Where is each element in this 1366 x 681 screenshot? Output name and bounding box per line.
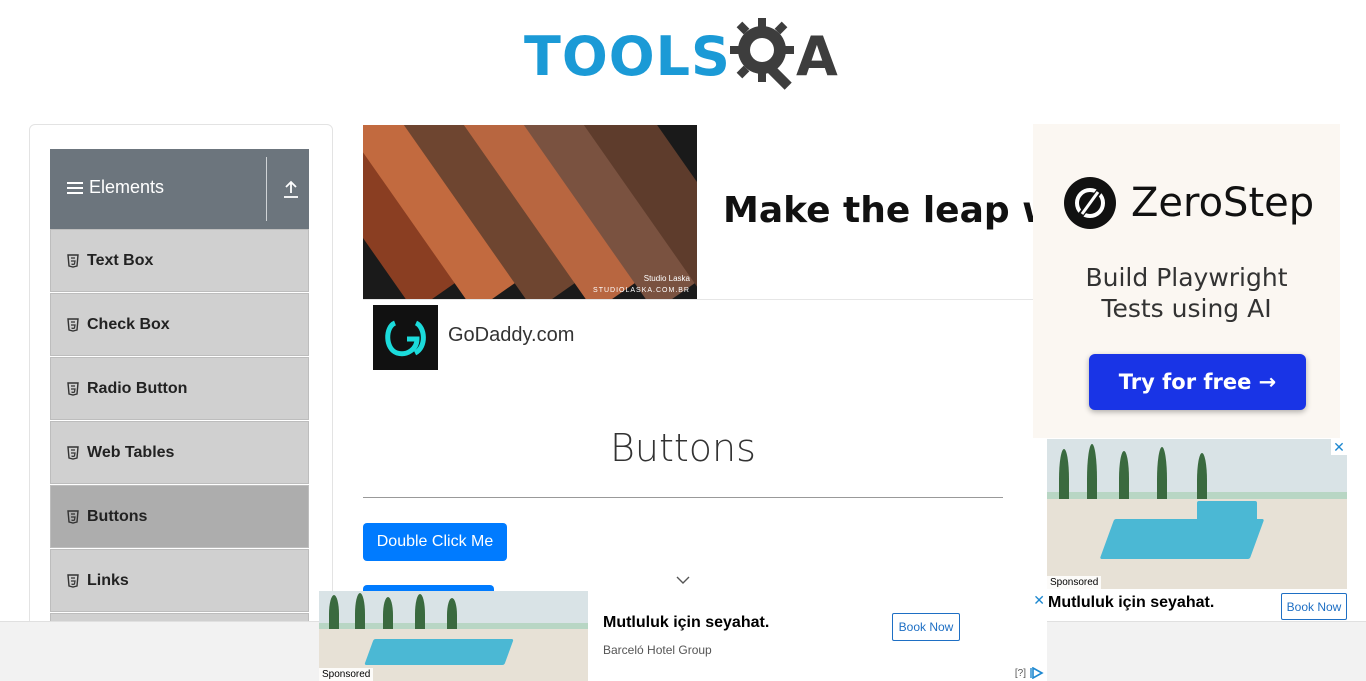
sidebar-item-radio-button[interactable]: Radio Button [50,357,309,420]
html5-icon [67,445,79,460]
chevron-down-icon[interactable] [675,574,691,586]
html5-icon [67,253,79,268]
ad-image-wood: Studio Laska STUDIOLASKA.COM.BR [363,125,697,299]
sidebar-item-text-box[interactable]: Text Box [50,229,309,292]
sponsored-label: Sponsored [1047,576,1102,589]
gear-magnifier-icon [730,18,794,90]
hotel-tagline: Mutluluk için seyahat. [1048,594,1215,611]
page-title: Buttons [610,426,756,470]
header-divider [266,157,267,221]
zerostep-logo-icon [1064,177,1116,229]
book-now-button[interactable]: Book Now [892,613,960,641]
double-click-button[interactable]: Double Click Me [363,523,507,561]
book-now-button[interactable]: Book Now [1281,593,1347,620]
ad-divider [363,299,1033,300]
hamburger-icon [67,181,83,194]
sidebar-item-label: Text Box [87,251,154,269]
advertiser-name[interactable]: GoDaddy.com [448,324,574,347]
zerostep-ad[interactable]: ZeroStep Build Playwright Tests using AI… [1033,124,1340,438]
ad-info-label: [?] [1014,667,1026,679]
html5-icon [67,317,79,332]
hotel-pool-image: Sponsored [1047,439,1347,589]
adchoices-icon [1030,667,1044,679]
ad-tagline: Build Playwright Tests using AI [1033,262,1340,324]
brand-name: ZeroStep [1131,180,1315,226]
close-icon[interactable]: ✕ [1331,439,1347,455]
hotel-ad-bottom[interactable]: Sponsored Mutluluk için seyahat. Barceló… [319,591,1047,681]
godaddy-logo-icon [373,305,438,370]
image-credit-url: STUDIOLASKA.COM.BR [593,287,690,294]
collapse-arrow-icon[interactable] [282,179,300,199]
sidebar-item-check-box[interactable]: Check Box [50,293,309,356]
sidebar-item-label: Check Box [87,315,170,333]
close-icon[interactable]: ✕ [1033,592,1045,609]
elements-group-header[interactable]: Elements [50,149,309,229]
hotel-pool-image: Sponsored [319,591,588,681]
toolsqa-logo[interactable]: TOOLS A [524,16,848,92]
sidebar-item-label: Radio Button [87,379,188,397]
html5-icon [67,573,79,588]
hotel-tagline: Mutluluk için seyahat. [603,614,770,631]
logo-text: TOOLS [524,25,731,88]
ad-info[interactable]: [?] [1015,667,1044,679]
image-credit: Studio Laska [643,274,690,283]
sidebar-item-label: Web Tables [87,443,175,461]
tagline-line-1: Build Playwright [1085,263,1288,292]
sidebar-item-links[interactable]: Links [50,549,309,612]
try-free-button[interactable]: Try for free → [1089,354,1306,410]
godaddy-ad[interactable]: Studio Laska STUDIOLASKA.COM.BR Make the… [363,124,1111,374]
hotel-ad-right[interactable]: Sponsored ✕ Mutluluk için seyahat. Book … [1047,439,1347,621]
sponsored-label: Sponsored [319,668,374,681]
group-title: Elements [89,177,165,197]
advertiser-name: Barceló Hotel Group [603,643,712,657]
sidebar-item-label: Links [87,571,129,589]
sidebar-item-buttons[interactable]: Buttons [50,485,309,548]
html5-icon [67,381,79,396]
tagline-line-2: Tests using AI [1101,294,1272,323]
logo-suffix: A [796,25,838,88]
heading-divider [363,497,1003,498]
html5-icon [67,509,79,524]
sidebar-item-web-tables[interactable]: Web Tables [50,421,309,484]
sidebar-item-label: Buttons [87,507,148,525]
